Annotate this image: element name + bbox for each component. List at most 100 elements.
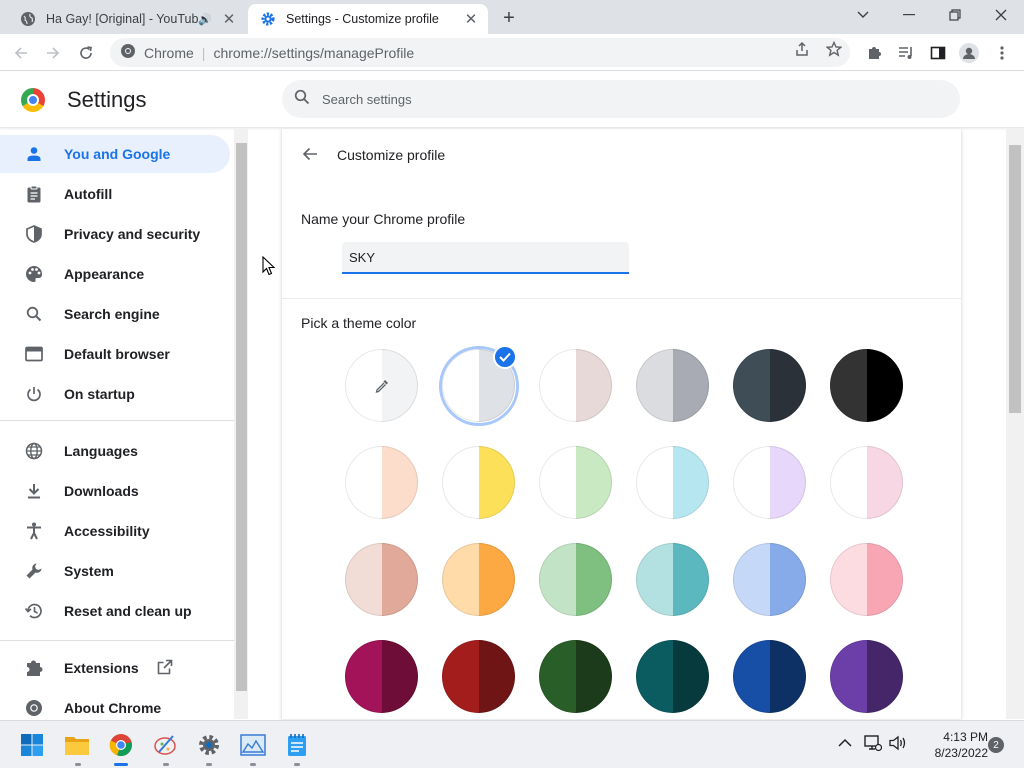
tab-title: Ha Gay! [Original] - YouTube [46,12,199,26]
theme-color-swatch[interactable] [442,446,515,519]
theme-color-swatch[interactable] [636,349,709,422]
windows-start-icon[interactable] [19,732,45,758]
sidebar-item-label: Languages [64,443,138,459]
theme-color-swatch[interactable] [345,446,418,519]
sidebar-item-label: You and Google [64,146,171,162]
sidebar-item-extensions[interactable]: Extensions [0,649,230,687]
address-bar[interactable]: Chrome | chrome://settings/manageProfile [110,38,850,67]
sidebar-item-label: Reset and clean up [64,603,192,619]
shield-icon [24,224,44,244]
forward-arrow-icon[interactable] [40,40,66,66]
person-icon [24,144,44,164]
media-control-icon[interactable] [896,43,916,63]
tab-youtube[interactable]: Ha Gay! [Original] - YouTube 🔊 ✕ [8,4,246,34]
close-icon[interactable]: ✕ [220,10,238,28]
speaker-icon[interactable]: 🔊 [198,13,212,26]
back-arrow-icon[interactable] [8,40,34,66]
photos-icon[interactable] [240,732,266,758]
sidebar-item-reset-and-clean-up[interactable]: Reset and clean up [0,592,230,630]
gear-icon [260,11,276,27]
chrome-icon [24,698,44,718]
profile-avatar-icon[interactable] [959,43,979,63]
chrome-icon [120,43,136,62]
sidebar-divider [0,640,234,641]
theme-color-swatch[interactable] [636,640,709,713]
sidebar-item-privacy-and-security[interactable]: Privacy and security [0,215,230,253]
theme-color-swatch[interactable] [733,640,806,713]
browser-toolbar: Chrome | chrome://settings/manageProfile [0,34,1024,71]
theme-color-swatch[interactable] [733,349,806,422]
chevron-up-icon[interactable] [838,735,852,751]
file-explorer-icon[interactable] [64,732,90,758]
sidebar-item-appearance[interactable]: Appearance [0,255,230,293]
theme-color-swatch[interactable] [539,543,612,616]
side-panel-icon[interactable] [928,43,948,63]
url-separator: | [201,44,206,61]
minimize-icon[interactable] [886,0,932,30]
taskbar-indicator [294,763,300,766]
sidebar-item-autofill[interactable]: Autofill [0,175,230,213]
clock[interactable]: 4:13 PM 8/23/2022 [912,729,988,761]
sidebar-item-default-browser[interactable]: Default browser [0,335,230,373]
palette-icon [24,264,44,284]
search-icon [24,304,44,324]
network-icon[interactable] [864,735,883,754]
star-icon[interactable] [825,40,843,58]
more-menu-icon[interactable] [992,43,1012,63]
taskbar-indicator [206,763,212,766]
reload-icon[interactable] [73,40,99,66]
theme-color-swatch[interactable] [830,640,903,713]
new-tab-button[interactable]: + [498,7,520,29]
mouse-cursor-icon [262,255,276,281]
theme-color-swatch[interactable] [345,543,418,616]
tab-settings[interactable]: Settings - Customize profile ✕ [248,4,488,34]
sidebar-item-label: Search engine [64,306,160,322]
chrome-logo-icon [21,88,45,112]
page-title: Settings [67,87,147,112]
theme-color-swatch[interactable] [539,349,612,422]
close-window-icon[interactable] [978,0,1024,30]
sidebar-item-you-and-google[interactable]: You and Google [0,135,230,173]
theme-color-swatch[interactable] [345,640,418,713]
taskbar-indicator [163,763,169,766]
theme-color-swatch[interactable] [539,640,612,713]
page-scrollbar-thumb[interactable] [1009,145,1021,413]
back-arrow-icon[interactable] [300,144,320,164]
settings-search[interactable] [282,80,960,118]
theme-color-swatch[interactable] [636,543,709,616]
theme-color-swatch[interactable] [830,543,903,616]
search-input[interactable] [322,91,922,107]
paint-icon[interactable] [153,732,179,758]
share-icon[interactable] [793,40,811,58]
taskbar-indicator [75,763,81,766]
theme-color-swatch[interactable] [442,543,515,616]
theme-color-swatch[interactable] [539,446,612,519]
tab-search-icon[interactable] [840,0,886,30]
profile-name-input[interactable] [342,242,629,274]
theme-color-swatch[interactable] [733,543,806,616]
theme-color-swatch[interactable] [733,446,806,519]
close-icon[interactable]: ✕ [462,10,480,28]
extensions-puzzle-icon[interactable] [864,43,884,63]
browser-icon [24,344,44,364]
theme-color-swatch[interactable] [830,349,903,422]
sidebar-item-downloads[interactable]: Downloads [0,472,230,510]
theme-color-swatch[interactable] [442,640,515,713]
card-divider [282,298,961,299]
sidebar-item-accessibility[interactable]: Accessibility [0,512,230,550]
chrome-icon[interactable] [108,732,134,758]
sidebar-item-on-startup[interactable]: On startup [0,375,230,413]
sidebar-item-languages[interactable]: Languages [0,432,230,470]
sidebar-item-system[interactable]: System [0,552,230,590]
sidebar-scrollbar-thumb[interactable] [236,143,247,691]
restore-icon [24,601,44,621]
restore-window-icon[interactable] [932,0,978,30]
notepad-icon[interactable] [284,732,310,758]
settings-icon[interactable] [196,732,222,758]
notification-badge[interactable]: 2 [988,737,1004,753]
theme-color-swatch[interactable] [636,446,709,519]
clock-date: 8/23/2022 [934,746,988,760]
theme-color-swatch[interactable] [830,446,903,519]
volume-icon[interactable] [889,735,907,754]
sidebar-item-search-engine[interactable]: Search engine [0,295,230,333]
